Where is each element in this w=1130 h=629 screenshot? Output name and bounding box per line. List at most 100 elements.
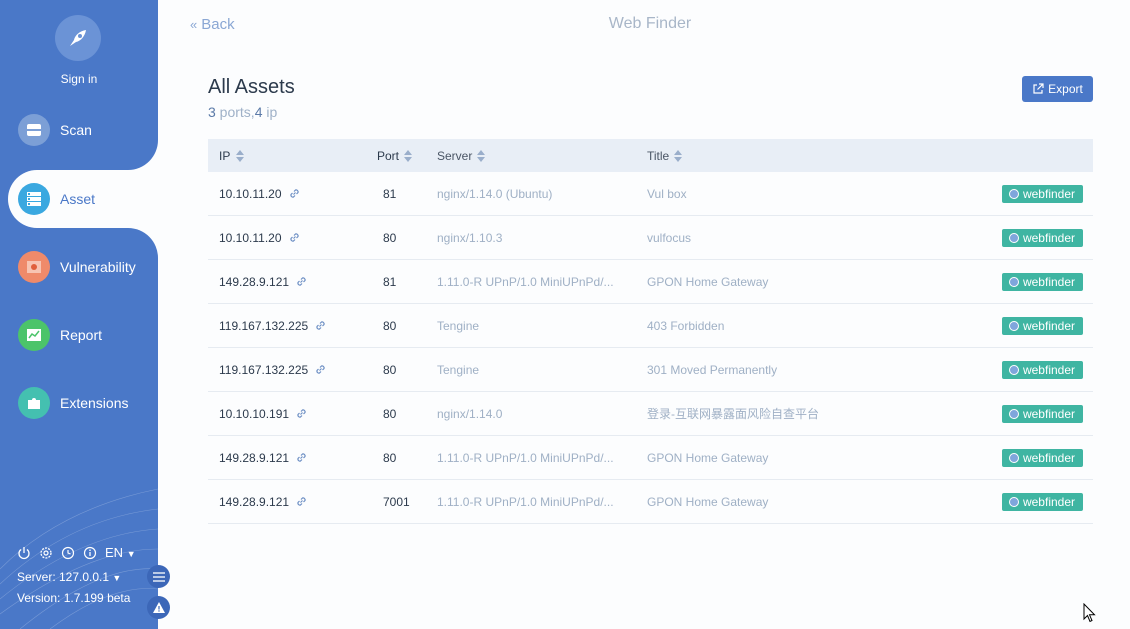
server-select[interactable]: Server: 127.0.0.1 ▼ <box>17 570 121 584</box>
tag-label: webfinder <box>1022 406 1075 421</box>
webfinder-tag[interactable]: webfinder <box>1001 316 1083 335</box>
link-icon[interactable] <box>295 495 308 508</box>
back-button[interactable]: « Back <box>190 16 235 33</box>
cell-server: nginx/1.14.0 <box>437 406 503 421</box>
cell-port: 80 <box>383 362 397 377</box>
nav-item-report[interactable]: Report <box>0 306 158 364</box>
link-icon[interactable] <box>295 275 308 288</box>
link-icon[interactable] <box>295 451 308 464</box>
table-row[interactable]: 119.167.132.225 80 Tengine 301 Moved Perman… <box>208 348 1093 392</box>
scan-icon <box>18 114 50 146</box>
column-header-ip[interactable]: IP <box>208 149 367 163</box>
cell-ip: 149.28.9.121 <box>208 275 367 289</box>
ip-value: 149.28.9.121 <box>219 274 290 289</box>
cell-port: 81 <box>383 186 397 201</box>
warning-icon <box>152 602 165 613</box>
cell-ip: 119.167.132.225 <box>208 319 367 333</box>
table-row[interactable]: 10.10.11.20 80 nginx/1.10.3 vulfocus webfind… <box>208 216 1093 260</box>
table-row[interactable]: 149.28.9.121 81 1.11.0-R UPnP/1.0 MiniUPnP… <box>208 260 1093 304</box>
link-icon[interactable] <box>288 187 301 200</box>
bug-icon <box>18 251 50 283</box>
cell-ip: 119.167.132.225 <box>208 363 367 377</box>
cell-ip: 149.28.9.121 <box>208 451 367 465</box>
column-header-title[interactable]: Title <box>647 149 947 163</box>
info-icon[interactable] <box>83 546 97 560</box>
ip-count: 4 <box>254 104 263 120</box>
language-select[interactable]: EN ▼ <box>105 545 136 560</box>
table-row[interactable]: 10.10.10.191 80 nginx/1.14.0 登录-互联网暴露面风险自查平… <box>208 392 1093 436</box>
cell-title: vulfocus <box>647 230 692 245</box>
nav-item-vulnerability[interactable]: Vulnerability <box>0 238 158 296</box>
cell-title: 登录-互联网暴露面风险自查平台 <box>647 407 819 421</box>
logo[interactable] <box>55 15 101 61</box>
link-icon[interactable] <box>314 363 327 376</box>
ip-label: ip <box>262 104 278 120</box>
sign-in-link[interactable]: Sign in <box>0 72 158 86</box>
table-row[interactable]: 149.28.9.121 80 1.11.0-R UPnP/1.0 MiniUPnP… <box>208 436 1093 480</box>
column-header-server[interactable]: Server <box>437 149 647 163</box>
cell-server: Tengine <box>437 318 480 333</box>
cell-tag: webfinder <box>947 360 1093 379</box>
globe-icon <box>1008 276 1019 287</box>
nav-item-label: Vulnerability <box>60 259 136 275</box>
cell-server: nginx/1.10.3 <box>437 230 503 245</box>
language-value: EN <box>105 545 124 560</box>
cell-title: Vul box <box>647 186 687 201</box>
webfinder-tag[interactable]: webfinder <box>1001 272 1083 291</box>
webfinder-tag[interactable]: webfinder <box>1001 492 1083 511</box>
nav-item-asset[interactable]: Asset <box>8 170 158 228</box>
back-label: Back <box>201 16 235 33</box>
cell-tag: webfinder <box>947 316 1093 335</box>
clock-icon[interactable] <box>61 546 75 560</box>
ip-value: 119.167.132.225 <box>219 362 309 377</box>
external-link-icon <box>1033 83 1044 94</box>
globe-icon <box>1008 408 1019 419</box>
webfinder-tag[interactable]: webfinder <box>1001 448 1083 467</box>
export-button[interactable]: Export <box>1022 76 1093 102</box>
link-icon[interactable] <box>288 231 301 244</box>
sort-icon <box>674 149 683 162</box>
active-tab-corner <box>128 140 158 170</box>
cell-ip: 10.10.11.20 <box>208 187 367 201</box>
warning-button[interactable] <box>147 596 170 619</box>
cell-server: 1.11.0-R UPnP/1.0 MiniUPnPd/... <box>437 274 614 289</box>
webfinder-tag[interactable]: webfinder <box>1001 360 1083 379</box>
tag-label: webfinder <box>1022 494 1075 509</box>
power-icon[interactable] <box>17 546 31 560</box>
gear-icon[interactable] <box>39 546 53 560</box>
cell-server: Tengine <box>437 362 480 377</box>
webfinder-tag[interactable]: webfinder <box>1001 404 1083 423</box>
column-header-port[interactable]: Port <box>367 149 437 163</box>
cell-tag: webfinder <box>947 404 1093 423</box>
server-value: Server: 127.0.0.1 <box>17 570 110 584</box>
globe-icon <box>1008 452 1019 463</box>
column-label: Title <box>647 148 670 163</box>
cell-port: 81 <box>383 274 397 289</box>
link-icon[interactable] <box>295 407 308 420</box>
ip-value: 149.28.9.121 <box>219 494 290 509</box>
assets-table: IP Port Server Title 10.10.11.20 81 nginx/… <box>208 139 1093 524</box>
cell-port: 80 <box>383 450 397 465</box>
menu-toggle-button[interactable] <box>147 565 170 588</box>
link-icon[interactable] <box>314 319 327 332</box>
cell-title: GPON Home Gateway <box>647 274 769 289</box>
ports-label: ports, <box>215 104 255 120</box>
cell-title: 403 Forbidden <box>647 318 725 333</box>
nav-item-extensions[interactable]: Extensions <box>0 374 158 432</box>
table-row[interactable]: 149.28.9.121 7001 1.11.0-R UPnP/1.0 MiniUP… <box>208 480 1093 524</box>
sidebar: Sign in Scan Asset Vulnerability Report … <box>0 0 158 629</box>
ip-value: 10.10.11.20 <box>219 230 282 245</box>
table-row[interactable]: 119.167.132.225 80 Tengine 403 Forbidden web… <box>208 304 1093 348</box>
globe-icon <box>1008 496 1019 507</box>
cell-ip: 10.10.10.191 <box>208 407 367 421</box>
webfinder-tag[interactable]: webfinder <box>1001 228 1083 247</box>
ports-count: 3 <box>208 104 216 120</box>
tag-label: webfinder <box>1022 230 1075 245</box>
ip-value: 10.10.10.191 <box>219 406 290 421</box>
export-label: Export <box>1048 82 1083 96</box>
webfinder-tag[interactable]: webfinder <box>1001 184 1083 203</box>
version-text: Version: 1.7.199 beta <box>17 591 131 605</box>
table-row[interactable]: 10.10.11.20 81 nginx/1.14.0 (Ubuntu) Vul bo… <box>208 172 1093 216</box>
cell-port: 80 <box>383 230 397 245</box>
tag-label: webfinder <box>1022 274 1075 289</box>
